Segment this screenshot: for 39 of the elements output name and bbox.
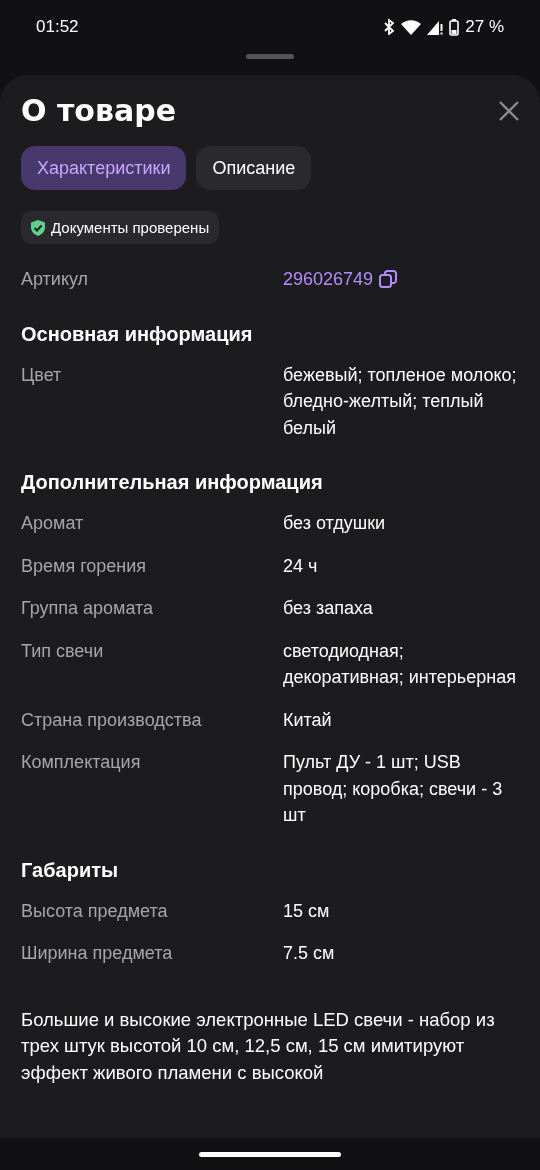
shield-check-icon [31,219,45,236]
tab[interactable]: Характеристики [21,146,187,190]
property-label: Страна производства [21,708,203,732]
home-indicator[interactable] [199,1151,341,1157]
section-heading: Габариты [21,858,120,882]
article-number[interactable]: 296026749 [283,266,374,293]
signal-icon [427,19,444,35]
description-text: Большие и высокие электронные LED свечи - набор из трех штук высотой 10 см, 12,5 см, 15 см имитируют эффект живого пламени с высокой [21,1007,496,1085]
drag-handle[interactable] [246,54,294,59]
property-value: 7.5 см [283,942,336,965]
property-value: без запаха [283,597,374,620]
property-label: Цвет [21,363,63,387]
clock: 01:52 [36,17,79,37]
bluetooth-icon [383,19,396,35]
section-heading: Основная информация [21,322,254,346]
section-heading: Дополнительная информация [21,471,324,494]
property-value: бежевый; топленое молоко; бледно-желтый; теплый белый [283,363,518,440]
battery-icon [449,18,460,36]
property-label: Время горения [21,554,148,578]
property-label: Тип свечи [21,639,105,663]
property-value: светодиодная; декоративная; интерьерная [283,639,517,689]
property-label: Артикул [21,268,90,291]
property-value: Пульт ДУ - 1 шт; USB провод; коробка; свечи - 3 шт [283,751,504,827]
tab[interactable]: Описание [196,146,312,190]
property-label: Ширина предмета [21,942,174,965]
wifi-icon [401,19,422,35]
close-icon[interactable] [499,100,519,121]
property-value: 15 см [283,899,331,923]
badge-label: Документы проверены [51,219,210,236]
property-label: Комплектация [21,751,142,774]
property-label: Высота предмета [21,899,169,923]
property-value: 24 ч [283,554,319,578]
property-label: Группа аромата [21,597,155,620]
battery-percent: 27 % [465,17,504,37]
copy-icon[interactable] [379,270,398,289]
property-value: без отдушки [283,512,387,535]
property-label: Аромат [21,512,85,535]
property-value: Китай [283,708,333,732]
sheet-title: О товаре [21,93,176,128]
